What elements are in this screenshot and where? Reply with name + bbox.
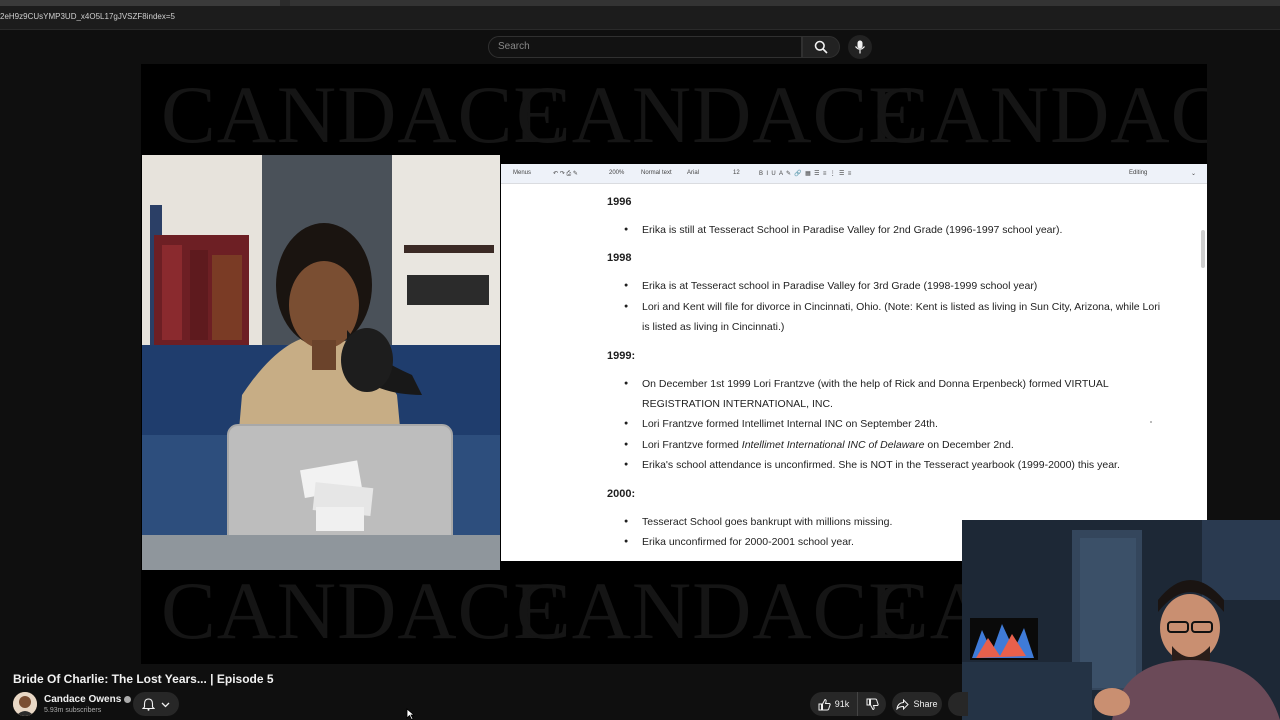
tab-left[interactable] (0, 0, 280, 6)
like-dislike-group: 91k (810, 692, 886, 716)
channel-avatar[interactable] (13, 692, 37, 716)
doc-bullet-text: Lori Frantzve formed (642, 438, 742, 451)
doc-undo-redo-icons[interactable]: ↶ ↷ ⎙ ✎ (553, 170, 578, 178)
channel-name-text[interactable]: Candace Owens (44, 694, 121, 705)
address-bar-url[interactable]: 2eH9z9CUsYMP3UD_x4O5L17gJVSZF8index=5 (0, 12, 175, 21)
doc-bullet-list: On December 1st 1999 Lori Frantzve (with… (607, 374, 1167, 476)
video-title: Bride Of Charlie: The Lost Years... | Ep… (13, 672, 274, 686)
share-label: Share (913, 699, 938, 709)
doc-search-menus[interactable]: Menus (513, 170, 531, 176)
webcam-scene-image (962, 520, 1280, 720)
doc-bullet-list: Erika is still at Tesseract School in Pa… (607, 220, 1167, 241)
doc-year-heading: 1998 (607, 252, 632, 265)
thumbs-up-icon (818, 698, 831, 710)
tab-right[interactable] (290, 0, 1280, 6)
doc-bullet-item: Lori Frantzve formed Intellimet Internat… (607, 435, 1167, 456)
doc-scrollbar[interactable] (1201, 230, 1205, 268)
voice-search-button[interactable] (848, 35, 872, 59)
doc-font-size[interactable]: 12 (733, 170, 740, 176)
doc-bullet-list: Erika is at Tesseract school in Paradise… (607, 276, 1167, 337)
like-count: 91k (834, 699, 850, 709)
watermark-bottom-1: CANDACE (161, 565, 565, 656)
search-button[interactable] (802, 36, 840, 58)
tab-strip (0, 0, 1280, 6)
doc-bullet-item: Erika's school attendance is unconfirmed… (607, 455, 1167, 476)
doc-editing-mode[interactable]: Editing (1129, 170, 1147, 176)
notification-button[interactable] (133, 692, 179, 716)
doc-bullet-item: Lori Frantzve formed Intellimet Internal… (607, 414, 1167, 435)
host-video-frame (142, 155, 500, 570)
doc-content: 1996 Erika is still at Tesseract School i… (607, 196, 1167, 561)
browser-top-strip: 2eH9z9CUsYMP3UD_x4O5L17gJVSZF8index=5 (0, 0, 1280, 30)
thumbs-down-icon (866, 698, 879, 710)
doc-bullet-item: On December 1st 1999 Lori Frantzve (with… (607, 374, 1167, 415)
doc-style-select[interactable]: Normal text (641, 170, 672, 176)
doc-year-heading: 1996 (607, 196, 632, 208)
microphone-icon (855, 40, 865, 54)
dislike-button[interactable] (858, 692, 886, 716)
doc-toolbar: Menus ↶ ↷ ⎙ ✎ 200% Normal text Arial 12 … (501, 164, 1207, 184)
doc-year-heading: 1999: (607, 349, 636, 362)
download-button[interactable] (948, 692, 968, 716)
bell-icon (142, 697, 155, 711)
watermark-top-1: CANDACE (161, 69, 565, 160)
like-button[interactable]: 91k (810, 692, 858, 716)
doc-italic-company-name: Intellimet International INC of Delaware (741, 438, 925, 451)
doc-zoom[interactable]: 200% (609, 170, 624, 176)
search-icon (814, 40, 828, 54)
share-button[interactable]: Share (892, 692, 942, 716)
watermark-top-3: CANDACE (874, 69, 1207, 160)
verified-icon (124, 695, 132, 703)
doc-bullet-text: on December 2nd. (924, 438, 1014, 451)
watermark-top-2: CANDACE (516, 69, 920, 160)
channel-name[interactable]: Candace Owens (44, 694, 132, 705)
google-doc-screen: Menus ↶ ↷ ⎙ ✎ 200% Normal text Arial 12 … (501, 164, 1207, 561)
doc-bullet-item: Erika is still at Tesseract School in Pa… (607, 220, 1167, 241)
doc-bullet-item: Erika is at Tesseract school in Paradise… (607, 276, 1167, 297)
mouse-pointer-dot (1150, 421, 1152, 423)
doc-format-icons[interactable]: B I U A ✎ 🔗 ▦ ☰ ≡ ⋮ ☰ ≡ (759, 170, 851, 177)
host-scene-image (142, 155, 500, 570)
watermark-bottom-2: CANDACE (516, 565, 920, 656)
share-icon (896, 698, 910, 710)
chevron-down-icon[interactable]: ⌄ (1191, 170, 1196, 177)
doc-bullet-item: Lori and Kent will file for divorce in C… (607, 297, 1167, 338)
streamer-webcam-overlay (962, 520, 1280, 720)
doc-font-select[interactable]: Arial (687, 170, 699, 176)
search-input[interactable]: Search (488, 36, 802, 58)
mouse-cursor-icon (406, 708, 415, 720)
doc-year-heading: 2000: (607, 487, 636, 500)
subscriber-count: 5.93m subscribers (44, 707, 102, 714)
chevron-down-icon (161, 702, 170, 707)
avatar-image (13, 692, 37, 716)
